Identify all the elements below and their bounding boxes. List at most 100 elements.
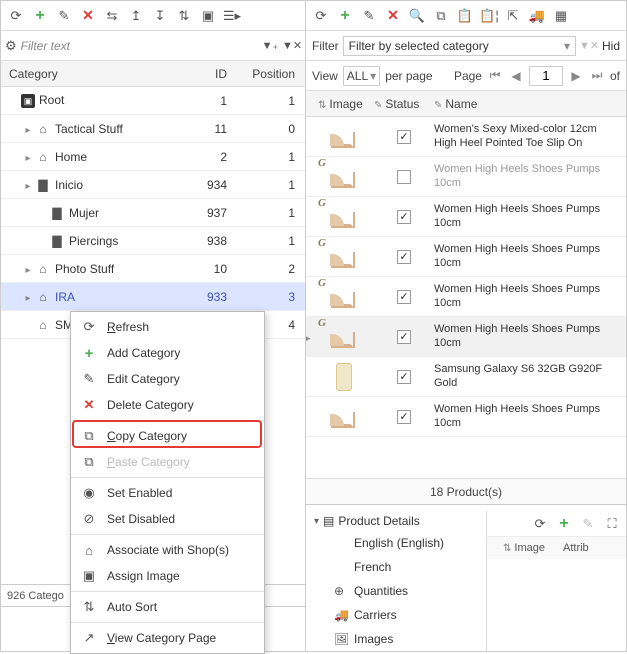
col-category[interactable]: Category [1, 67, 177, 81]
tree-row[interactable]: ▸⌂Tactical Stuff110 [1, 115, 305, 143]
details-item[interactable]: 🖼Images [306, 627, 486, 651]
context-menu-item[interactable]: ✕Delete Category [71, 392, 264, 418]
expand-icon[interactable]: ▸ [21, 265, 35, 276]
context-menu-item[interactable]: ⊘Set Disabled [71, 506, 264, 532]
expand-icon[interactable]: ▸ [21, 125, 35, 136]
context-menu-item[interactable]: ⧉Copy Category [71, 423, 264, 449]
product-thumbnail [329, 244, 359, 270]
product-row[interactable]: ✓Women High Heels Shoes Pumps 10cm [306, 397, 626, 437]
tree-row[interactable]: ▸▇Inicio9341 [1, 171, 305, 199]
paste-special-button[interactable]: 📋¦ [479, 6, 499, 26]
filter-clear-icon[interactable]: ▼✕ [283, 37, 301, 55]
image-button[interactable]: ▣ [198, 6, 218, 26]
status-checkbox[interactable]: ✓ [397, 410, 411, 424]
delete-button[interactable]: ✕ [383, 6, 403, 26]
copy-button[interactable]: ⧉ [431, 6, 451, 26]
context-menu-item[interactable]: ✎Edit Category [71, 366, 264, 392]
details-item[interactable]: 🚚Carriers [306, 603, 486, 627]
expand-icon[interactable]: ▸ [21, 181, 35, 192]
hide-label[interactable]: Hid [602, 39, 620, 53]
product-row[interactable]: GWomen High Heels Shoes Pumps 10cm [306, 157, 626, 197]
tree-row[interactable]: ▇Piercings9381 [1, 227, 305, 255]
details-item[interactable]: English (English) [306, 531, 486, 555]
delete-button[interactable]: ✕ [78, 6, 98, 26]
menu-item-label: Add Category [107, 346, 180, 360]
add-button[interactable]: + [554, 514, 574, 534]
refresh-button[interactable]: ⟳ [6, 6, 26, 26]
status-checkbox[interactable]: ✓ [397, 330, 411, 344]
col-status[interactable]: ✎Status [374, 97, 434, 111]
sort-button[interactable]: ⇅ [174, 6, 194, 26]
node-position: 1 [233, 234, 305, 248]
ship-button[interactable]: 🚚 [527, 6, 547, 26]
filter-clear-icon[interactable]: ▼✕ [580, 37, 598, 55]
expand-icon[interactable]: ▸ [21, 293, 35, 304]
context-menu-item[interactable]: +Add Category [71, 340, 264, 366]
node-label: IRA [55, 290, 75, 304]
col-position[interactable]: Position [233, 67, 305, 81]
last-page-button[interactable]: ⏭ [589, 68, 605, 84]
add-button[interactable]: + [335, 6, 355, 26]
filter-add-icon[interactable]: ▼₊ [261, 37, 279, 55]
search-button[interactable]: 🔍 [407, 6, 427, 26]
edit-button[interactable]: ✎ [54, 6, 74, 26]
prev-page-button[interactable]: ◀ [508, 68, 524, 84]
status-checkbox[interactable] [397, 170, 411, 184]
per-page-label: per page [385, 69, 432, 83]
node-id: 10 [177, 262, 233, 276]
grid-button[interactable]: ▦ [551, 6, 571, 26]
move-up-button[interactable]: ↥ [126, 6, 146, 26]
edit-button[interactable]: ✎ [578, 514, 598, 534]
tree-row[interactable]: ▣Root11 [1, 87, 305, 115]
swap-button[interactable]: ⇆ [102, 6, 122, 26]
context-menu-item[interactable]: ◉Set Enabled [71, 480, 264, 506]
col-image[interactable]: ⇅Image [314, 97, 374, 111]
product-badge: G [318, 317, 326, 329]
product-list[interactable]: ✓Women's Sexy Mixed-color 12cm High Heel… [306, 117, 626, 470]
add-button[interactable]: + [30, 6, 50, 26]
details-item[interactable]: French [306, 555, 486, 579]
tree-row[interactable]: ▸⌂Photo Stuff102 [1, 255, 305, 283]
status-checkbox[interactable]: ✓ [397, 370, 411, 384]
export-button[interactable]: ⇱ [503, 6, 523, 26]
tree-row[interactable]: ▇Mujer9371 [1, 199, 305, 227]
context-menu[interactable]: ⟳Refresh+Add Category✎Edit Category✕Dele… [70, 311, 265, 654]
edit-button[interactable]: ✎ [359, 6, 379, 26]
details-header[interactable]: ▾ ▤ Product Details [306, 511, 486, 531]
status-checkbox[interactable]: ✓ [397, 250, 411, 264]
filter-options-button[interactable]: ☰▸ [222, 6, 242, 26]
expand-icon[interactable]: ▸ [21, 153, 35, 164]
product-row[interactable]: G✓Women High Heels Shoes Pumps 10cm [306, 237, 626, 277]
product-image-cell: G [314, 317, 374, 356]
paste-button[interactable]: 📋 [455, 6, 475, 26]
context-menu-item[interactable]: ↗View Category Page [71, 625, 264, 651]
product-row[interactable]: ✓Women's Sexy Mixed-color 12cm High Heel… [306, 117, 626, 157]
expand-button[interactable]: ⛶ [602, 514, 622, 534]
gear-icon[interactable]: ⚙ [5, 38, 17, 54]
next-page-button[interactable]: ▶ [568, 68, 584, 84]
first-page-button[interactable]: ⏮ [487, 68, 503, 84]
col-name[interactable]: ✎Name [434, 97, 626, 111]
context-menu-item[interactable]: ▣Assign Image [71, 563, 264, 589]
tree-row[interactable]: ▸⌂Home21 [1, 143, 305, 171]
product-row[interactable]: G✓Women High Heels Shoes Pumps 10cm [306, 277, 626, 317]
context-menu-item[interactable]: ⟳Refresh [71, 314, 264, 340]
refresh-button[interactable]: ⟳ [311, 6, 331, 26]
page-input[interactable] [529, 66, 563, 86]
product-row[interactable]: ✓Samsung Galaxy S6 32GB G920F Gold [306, 357, 626, 397]
filter-input[interactable] [21, 39, 257, 53]
status-checkbox[interactable]: ✓ [397, 210, 411, 224]
tree-row[interactable]: ▸⌂IRA9333 [1, 283, 305, 311]
product-row[interactable]: G✓Women High Heels Shoes Pumps 10cm [306, 317, 626, 357]
col-id[interactable]: ID [177, 67, 233, 81]
filter-select[interactable]: Filter by selected category▾ [343, 36, 576, 56]
refresh-button[interactable]: ⟳ [530, 514, 550, 534]
details-item[interactable]: ⊕Quantities [306, 579, 486, 603]
product-row[interactable]: G✓Women High Heels Shoes Pumps 10cm [306, 197, 626, 237]
status-checkbox[interactable]: ✓ [397, 290, 411, 304]
status-checkbox[interactable]: ✓ [397, 130, 411, 144]
context-menu-item[interactable]: ⌂Associate with Shop(s) [71, 537, 264, 563]
move-down-button[interactable]: ↧ [150, 6, 170, 26]
view-select[interactable]: ALL ▾ [343, 66, 380, 86]
context-menu-item[interactable]: ⇅Auto Sort [71, 594, 264, 620]
